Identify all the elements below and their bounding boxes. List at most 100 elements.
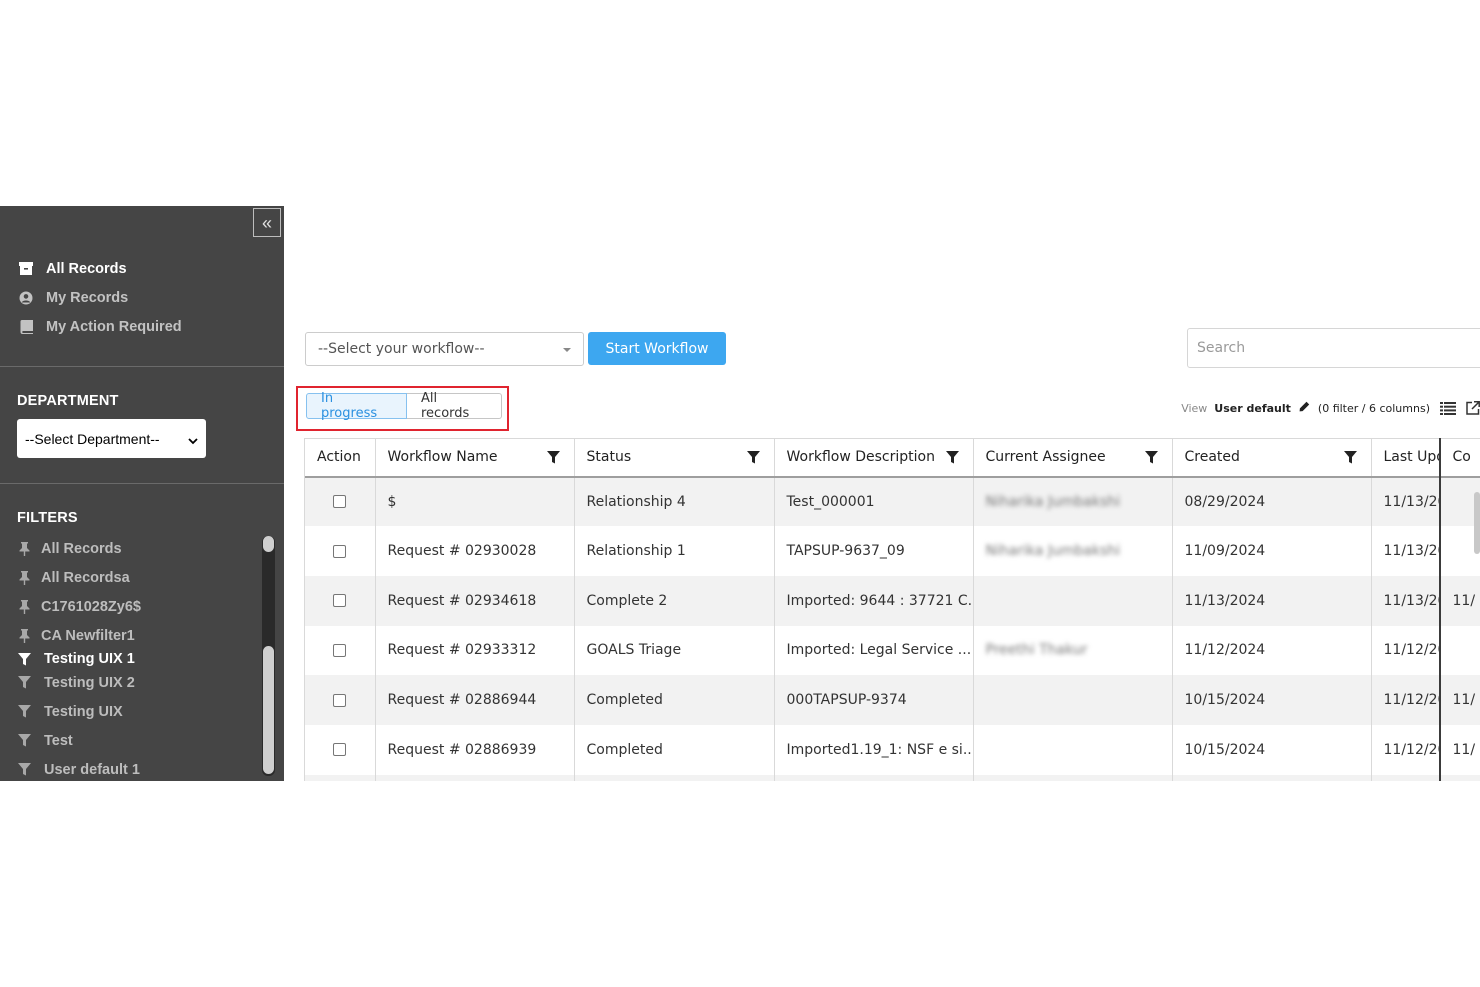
- funnel-icon[interactable]: [746, 451, 760, 468]
- cell-description: Imported: 9644 : 37721 C...: [774, 575, 974, 626]
- filter-item[interactable]: CA Newfilter1: [0, 621, 262, 650]
- pin-icon: [17, 541, 31, 556]
- cell-created: 11/12/2024: [1172, 625, 1372, 676]
- cell-description: 000TAPSUP-9374: [774, 675, 974, 725]
- cell-assignee: [973, 575, 1173, 626]
- assignee-name: Niharika Jumbakshi: [985, 543, 1121, 560]
- view-name[interactable]: User default: [1214, 402, 1291, 415]
- funnel-icon: [17, 676, 31, 690]
- column-header-workflow-description[interactable]: Workflow Description: [774, 438, 974, 478]
- filter-item[interactable]: Testing UIX: [0, 697, 262, 726]
- table-row[interactable]: Request # 02930028 Relationship 1 TAPSUP…: [305, 526, 1480, 576]
- row-checkbox[interactable]: [333, 743, 347, 757]
- filter-item[interactable]: Test: [0, 726, 262, 755]
- cell-co: [1440, 625, 1480, 676]
- filter-item[interactable]: Testing UIX 1: [0, 650, 262, 668]
- funnel-icon[interactable]: [1343, 451, 1357, 468]
- filters-title: FILTERS: [17, 510, 78, 526]
- sidebar-item-my-records[interactable]: My Records: [0, 283, 284, 312]
- column-header-label: Workflow Name: [387, 449, 498, 466]
- pencil-icon[interactable]: [1299, 401, 1310, 415]
- assignee-name: Preethi Thakur: [985, 642, 1088, 659]
- cell-created: 10/15/2024: [1172, 724, 1372, 775]
- funnel-icon: [17, 652, 31, 666]
- cell-co: 11/: [1440, 575, 1480, 626]
- column-header-co[interactable]: Co: [1440, 438, 1480, 478]
- column-header-label: Co: [1452, 449, 1471, 466]
- sidebar-divider: [0, 366, 284, 367]
- column-header-last-updated[interactable]: Last Upd: [1371, 438, 1441, 478]
- cell-assignee: Niharika Jumbakshi: [973, 526, 1173, 576]
- cell-workflow-name: Request # 02930028: [375, 526, 575, 576]
- row-checkbox[interactable]: [333, 693, 347, 707]
- column-header-action[interactable]: Action: [305, 438, 376, 478]
- cell-status: [574, 774, 775, 781]
- column-header-current-assignee[interactable]: Current Assignee: [973, 438, 1173, 478]
- start-workflow-button[interactable]: Start Workflow: [588, 332, 726, 365]
- row-checkbox[interactable]: [333, 495, 347, 509]
- funnel-icon: [17, 705, 31, 719]
- filter-item[interactable]: All Recordsa: [0, 563, 262, 592]
- external-link-icon[interactable]: [1466, 401, 1480, 415]
- book-icon: [19, 319, 33, 334]
- sidebar: « All Records My Records My Action Requi…: [0, 206, 284, 781]
- cell-created: 10/15/2024: [1172, 675, 1372, 725]
- sidebar-nav: All Records My Records My Action Require…: [0, 254, 284, 341]
- caret-down-icon: [563, 348, 571, 352]
- row-select-cell: [305, 675, 376, 725]
- cell-description: TAPSUP-9637_09: [774, 526, 974, 576]
- view-bar: View User default (0 filter / 6 columns): [1181, 400, 1480, 416]
- collapse-sidebar-button[interactable]: «: [253, 208, 281, 237]
- table-scrollbar-thumb[interactable]: [1474, 492, 1480, 554]
- filter-list: All Records All Recordsa C1761028Zy6$ CA…: [0, 534, 262, 781]
- sidebar-item-my-action-required[interactable]: My Action Required: [0, 312, 284, 341]
- table-row[interactable]: Request # 02934618 Complete 2 Imported: …: [305, 575, 1480, 626]
- table-row[interactable]: Request # 02933312 GOALS Triage Imported…: [305, 625, 1480, 676]
- cell-workflow-name: $: [375, 476, 575, 527]
- column-header-status[interactable]: Status: [574, 438, 775, 478]
- record-scope-toggle: In progress All records: [306, 391, 502, 421]
- department-select-value: --Select Department--: [25, 430, 160, 447]
- table-row[interactable]: Request # 02886939 Completed Imported1.1…: [305, 724, 1480, 775]
- pin-icon: [17, 599, 31, 614]
- app-window: « All Records My Records My Action Requi…: [0, 206, 1480, 781]
- cell-status: Relationship 1: [574, 526, 775, 576]
- filter-item[interactable]: All Records: [0, 534, 262, 563]
- workflow-select[interactable]: --Select your workflow--: [305, 332, 584, 366]
- row-checkbox[interactable]: [333, 594, 347, 608]
- funnel-icon[interactable]: [546, 451, 560, 468]
- cell-last-updated: 11/13/20: [1371, 476, 1441, 527]
- funnel-icon[interactable]: [1144, 451, 1158, 468]
- table-row[interactable]: [305, 774, 1480, 781]
- funnel-icon[interactable]: [945, 451, 959, 468]
- cell-workflow-name: Request # 02933312: [375, 625, 575, 676]
- filter-scrollbar-thumb[interactable]: [263, 646, 274, 774]
- filter-item[interactable]: Testing UIX 2: [0, 668, 262, 697]
- funnel-icon: [17, 734, 31, 748]
- cell-created: 08/29/2024: [1172, 476, 1372, 527]
- column-header-workflow-name[interactable]: Workflow Name: [375, 438, 575, 478]
- column-header-created[interactable]: Created: [1172, 438, 1372, 478]
- department-title: DEPARTMENT: [17, 393, 119, 409]
- row-checkbox[interactable]: [333, 643, 347, 657]
- cell-last-updated: [1371, 774, 1441, 781]
- department-select[interactable]: --Select Department--: [17, 419, 206, 458]
- table-row[interactable]: Request # 02886944 Completed 000TAPSUP-9…: [305, 675, 1480, 725]
- filter-item[interactable]: User default 1: [0, 755, 262, 781]
- sidebar-item-all-records[interactable]: All Records: [0, 254, 284, 283]
- row-checkbox[interactable]: [333, 544, 347, 558]
- cell-co: 11/: [1440, 675, 1480, 725]
- search-input[interactable]: [1187, 328, 1480, 368]
- table-row[interactable]: $ Relationship 4 Test_000001 Niharika Ju…: [305, 476, 1480, 527]
- cell-assignee: Niharika Jumbakshi: [973, 476, 1173, 527]
- cell-assignee: [973, 774, 1173, 781]
- cell-assignee: [973, 724, 1173, 775]
- all-records-tab[interactable]: All records: [407, 391, 502, 421]
- filter-item[interactable]: C1761028Zy6$: [0, 592, 262, 621]
- cell-status: Completed: [574, 675, 775, 725]
- in-progress-tab[interactable]: In progress: [306, 391, 407, 421]
- funnel-icon: [17, 763, 31, 777]
- list-columns-icon[interactable]: [1440, 401, 1456, 415]
- records-table: Action Workflow Name Status Workflow Des…: [304, 438, 1480, 781]
- filter-item-label: C1761028Zy6$: [41, 598, 141, 615]
